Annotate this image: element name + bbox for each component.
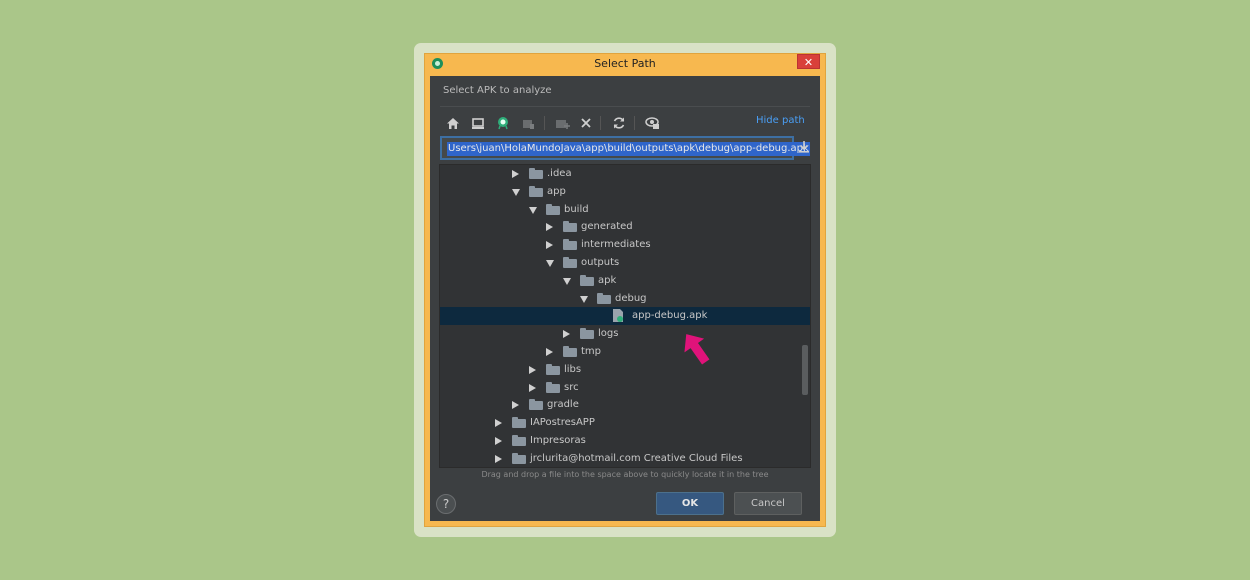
folder-icon [597, 292, 611, 304]
folder-icon [529, 399, 543, 411]
folder-icon [563, 221, 577, 233]
tree-row-label: jrclurita@hotmail.com Creative Cloud Fil… [530, 452, 743, 464]
tree-row-label: .idea [547, 168, 572, 179]
collapsed-arrow-icon[interactable] [495, 437, 502, 445]
expanded-arrow-icon[interactable] [580, 295, 588, 303]
tree-row-label: outputs [581, 257, 620, 268]
delete-icon[interactable] [576, 113, 596, 133]
expanded-arrow-icon[interactable] [563, 277, 571, 285]
tree-row[interactable]: libs [440, 361, 810, 379]
tree-row-label: apk [598, 274, 617, 286]
tree-row[interactable]: generated [440, 218, 810, 236]
tree-row-label: Impresoras [530, 435, 586, 446]
tree-row[interactable]: IAPostresAPP [440, 414, 810, 432]
refresh-icon[interactable] [609, 113, 629, 133]
window-title: Select Path [594, 57, 656, 70]
new-folder-icon[interactable] [552, 113, 572, 133]
folder-icon [546, 363, 560, 375]
drag-drop-hint: Drag and drop a file into the space abov… [481, 470, 769, 479]
tree-row-label: gradle [547, 399, 579, 411]
tree-row[interactable]: gradle [440, 396, 810, 414]
tree-row[interactable]: tmp [440, 343, 810, 361]
dialog-subtitle: Select APK to analyze [443, 85, 552, 96]
close-button[interactable]: ✕ [797, 54, 820, 69]
divider [440, 106, 810, 107]
desktop-icon[interactable] [468, 113, 488, 133]
module-icon[interactable] [518, 113, 538, 133]
expanded-arrow-icon[interactable] [512, 188, 520, 196]
apk-file-icon [613, 309, 623, 323]
dialog-panel: Select APK to analyze Hide path Users\ju… [430, 76, 820, 521]
folder-icon [512, 417, 526, 429]
folder-icon [580, 328, 594, 340]
tree-row-selected[interactable]: app-debug.apk [440, 307, 810, 326]
tree-row-label: app-debug.apk [632, 310, 708, 322]
tree-row-label: intermediates [581, 239, 651, 251]
android-project-icon[interactable] [493, 113, 513, 133]
collapsed-arrow-icon[interactable] [546, 241, 553, 250]
tree-scrollbar[interactable] [802, 345, 808, 395]
tree-row[interactable]: src [440, 379, 810, 397]
tree-row[interactable]: jrclurita@hotmail.com Creative Cloud Fil… [440, 450, 810, 467]
hide-path-link[interactable]: Hide path [756, 115, 805, 126]
home-icon[interactable] [443, 113, 463, 133]
folder-icon [563, 239, 577, 251]
expanded-arrow-icon[interactable] [546, 260, 554, 267]
tree-row-label: debug [615, 292, 647, 304]
expanded-arrow-icon[interactable] [529, 206, 537, 214]
tree-row[interactable]: Impresoras [440, 432, 810, 450]
tree-row[interactable]: logs [440, 325, 810, 343]
toolbar-separator [634, 116, 635, 130]
folder-icon [529, 185, 543, 197]
tree-row-label: IAPostresAPP [530, 417, 595, 429]
dialog-window: Select Path ✕ Select APK to analyze Hide… [424, 53, 826, 527]
tree-row-label: app [547, 185, 566, 197]
folder-icon [529, 168, 543, 179]
tree-row-label: generated [581, 221, 633, 233]
collapsed-arrow-icon[interactable] [546, 223, 553, 232]
folder-icon [546, 203, 560, 215]
download-icon[interactable] [796, 138, 812, 156]
show-hidden-icon[interactable] [642, 113, 662, 133]
collapsed-arrow-icon[interactable] [495, 454, 502, 463]
special-folder-icon [512, 435, 526, 446]
folder-icon [546, 381, 560, 393]
path-input-value: Users\juan\HolaMundoJava\app\build\outpu… [447, 142, 810, 156]
tree-row[interactable]: app [440, 183, 810, 201]
toolbar [440, 112, 810, 134]
file-tree[interactable]: .idea app build generated intermediates outpu… [439, 164, 811, 468]
tree-row[interactable]: build [440, 201, 810, 219]
tree-row-label: libs [564, 363, 582, 375]
tree-row[interactable]: intermediates [440, 236, 810, 254]
title-bar[interactable]: Select Path ✕ [424, 53, 826, 75]
folder-icon [512, 452, 526, 464]
collapsed-arrow-icon[interactable] [529, 365, 536, 374]
path-input[interactable]: Users\juan\HolaMundoJava\app\build\outpu… [440, 136, 810, 160]
folder-icon [563, 346, 577, 357]
annotation-arrow [684, 334, 710, 365]
tree-row[interactable]: debug [440, 290, 810, 308]
collapsed-arrow-icon[interactable] [512, 401, 519, 410]
ok-button[interactable]: OK [656, 492, 724, 515]
tree-row-label: logs [598, 328, 619, 340]
tree-row-label: build [564, 203, 589, 215]
tree-row[interactable]: .idea [440, 165, 810, 183]
tree-row[interactable]: apk [440, 272, 810, 290]
folder-icon [580, 274, 594, 286]
collapsed-arrow-icon[interactable] [529, 383, 536, 392]
collapsed-arrow-icon[interactable] [512, 170, 519, 178]
tree-row[interactable]: outputs [440, 254, 810, 272]
toolbar-separator [600, 116, 601, 130]
collapsed-arrow-icon[interactable] [495, 419, 502, 428]
tree-row-label: tmp [581, 346, 602, 357]
toolbar-separator [544, 116, 545, 130]
tree-row-label: src [564, 381, 579, 393]
collapsed-arrow-icon[interactable] [563, 330, 570, 339]
folder-icon [563, 257, 577, 268]
help-button[interactable]: ? [436, 494, 456, 514]
screenshot-frame: Select Path ✕ Select APK to analyze Hide… [414, 43, 836, 537]
cancel-button[interactable]: Cancel [734, 492, 802, 515]
collapsed-arrow-icon[interactable] [546, 348, 553, 356]
